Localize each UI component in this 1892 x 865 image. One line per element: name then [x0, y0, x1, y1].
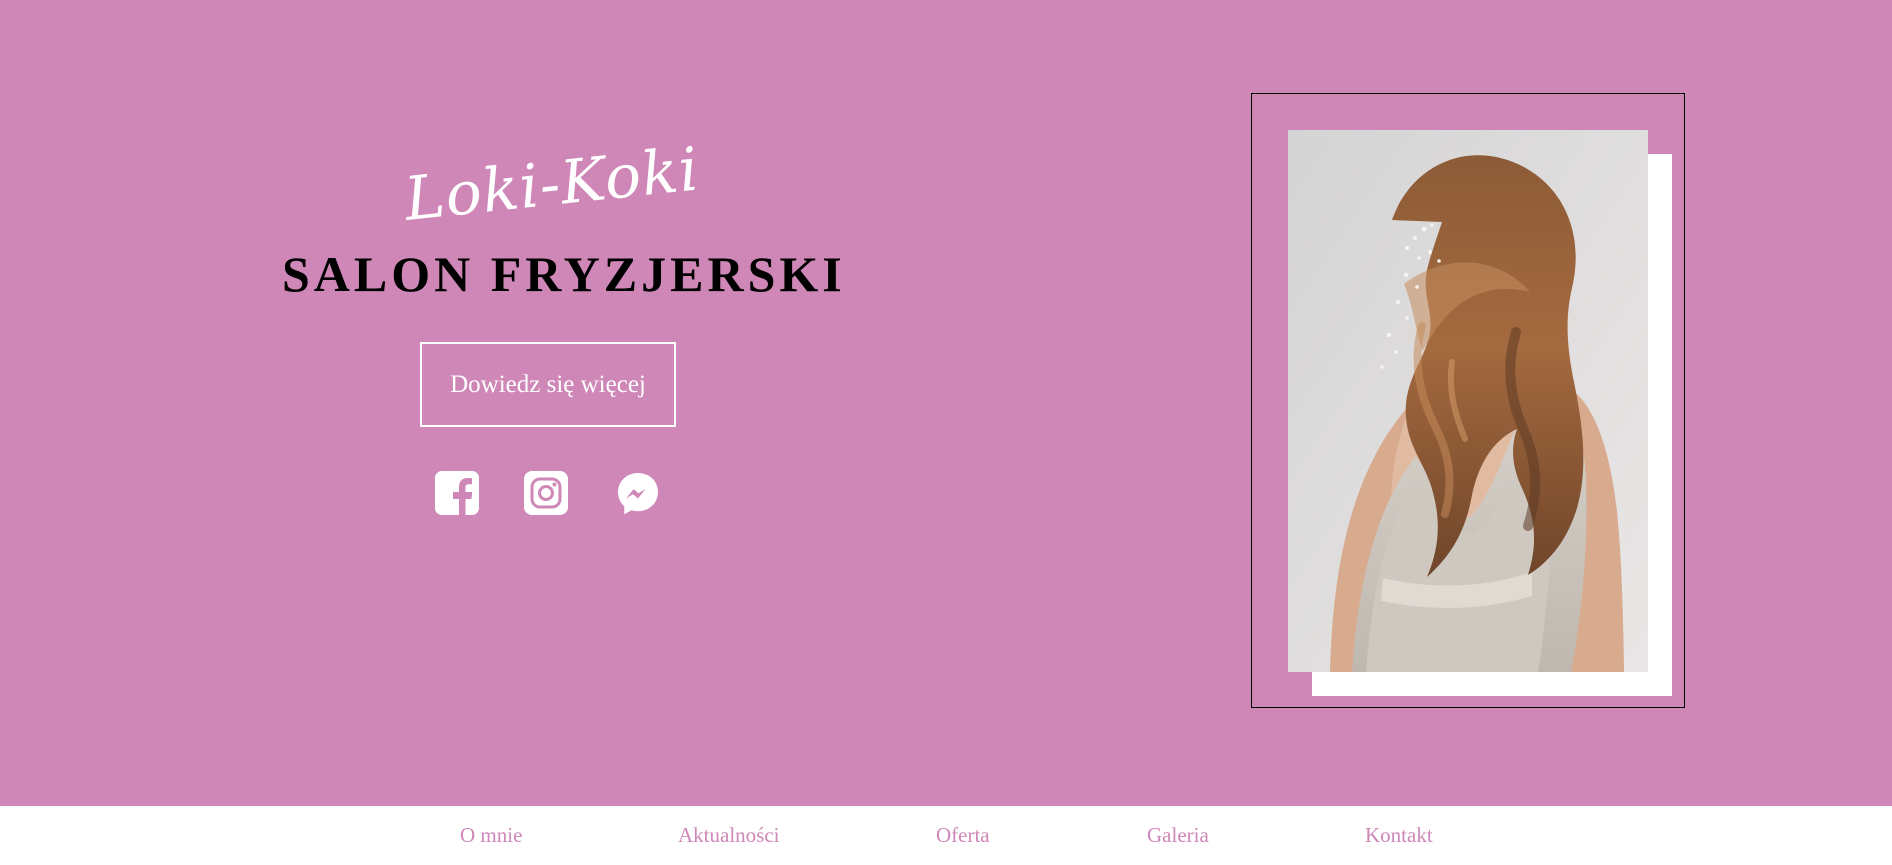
nav-item-galeria[interactable]: Galeria — [1147, 822, 1209, 848]
hairstyle-photo — [1288, 130, 1648, 672]
nav-item-aktualnosci[interactable]: Aktualności — [678, 822, 779, 848]
bottom-navigation: O mnie Aktualności Oferta Galeria Kontak… — [0, 806, 1892, 865]
facebook-icon[interactable] — [435, 471, 479, 515]
brand-script-name: Loki-Koki — [401, 134, 703, 235]
instagram-icon[interactable] — [524, 471, 568, 515]
nav-item-o-mnie[interactable]: O mnie — [460, 822, 522, 848]
messenger-icon[interactable] — [616, 471, 660, 515]
nav-item-kontakt[interactable]: Kontakt — [1365, 822, 1433, 848]
nav-item-oferta[interactable]: Oferta — [936, 822, 990, 848]
learn-more-button[interactable]: Dowiedz się więcej — [420, 342, 676, 427]
page-title: SALON FRYZJERSKI — [282, 246, 846, 302]
